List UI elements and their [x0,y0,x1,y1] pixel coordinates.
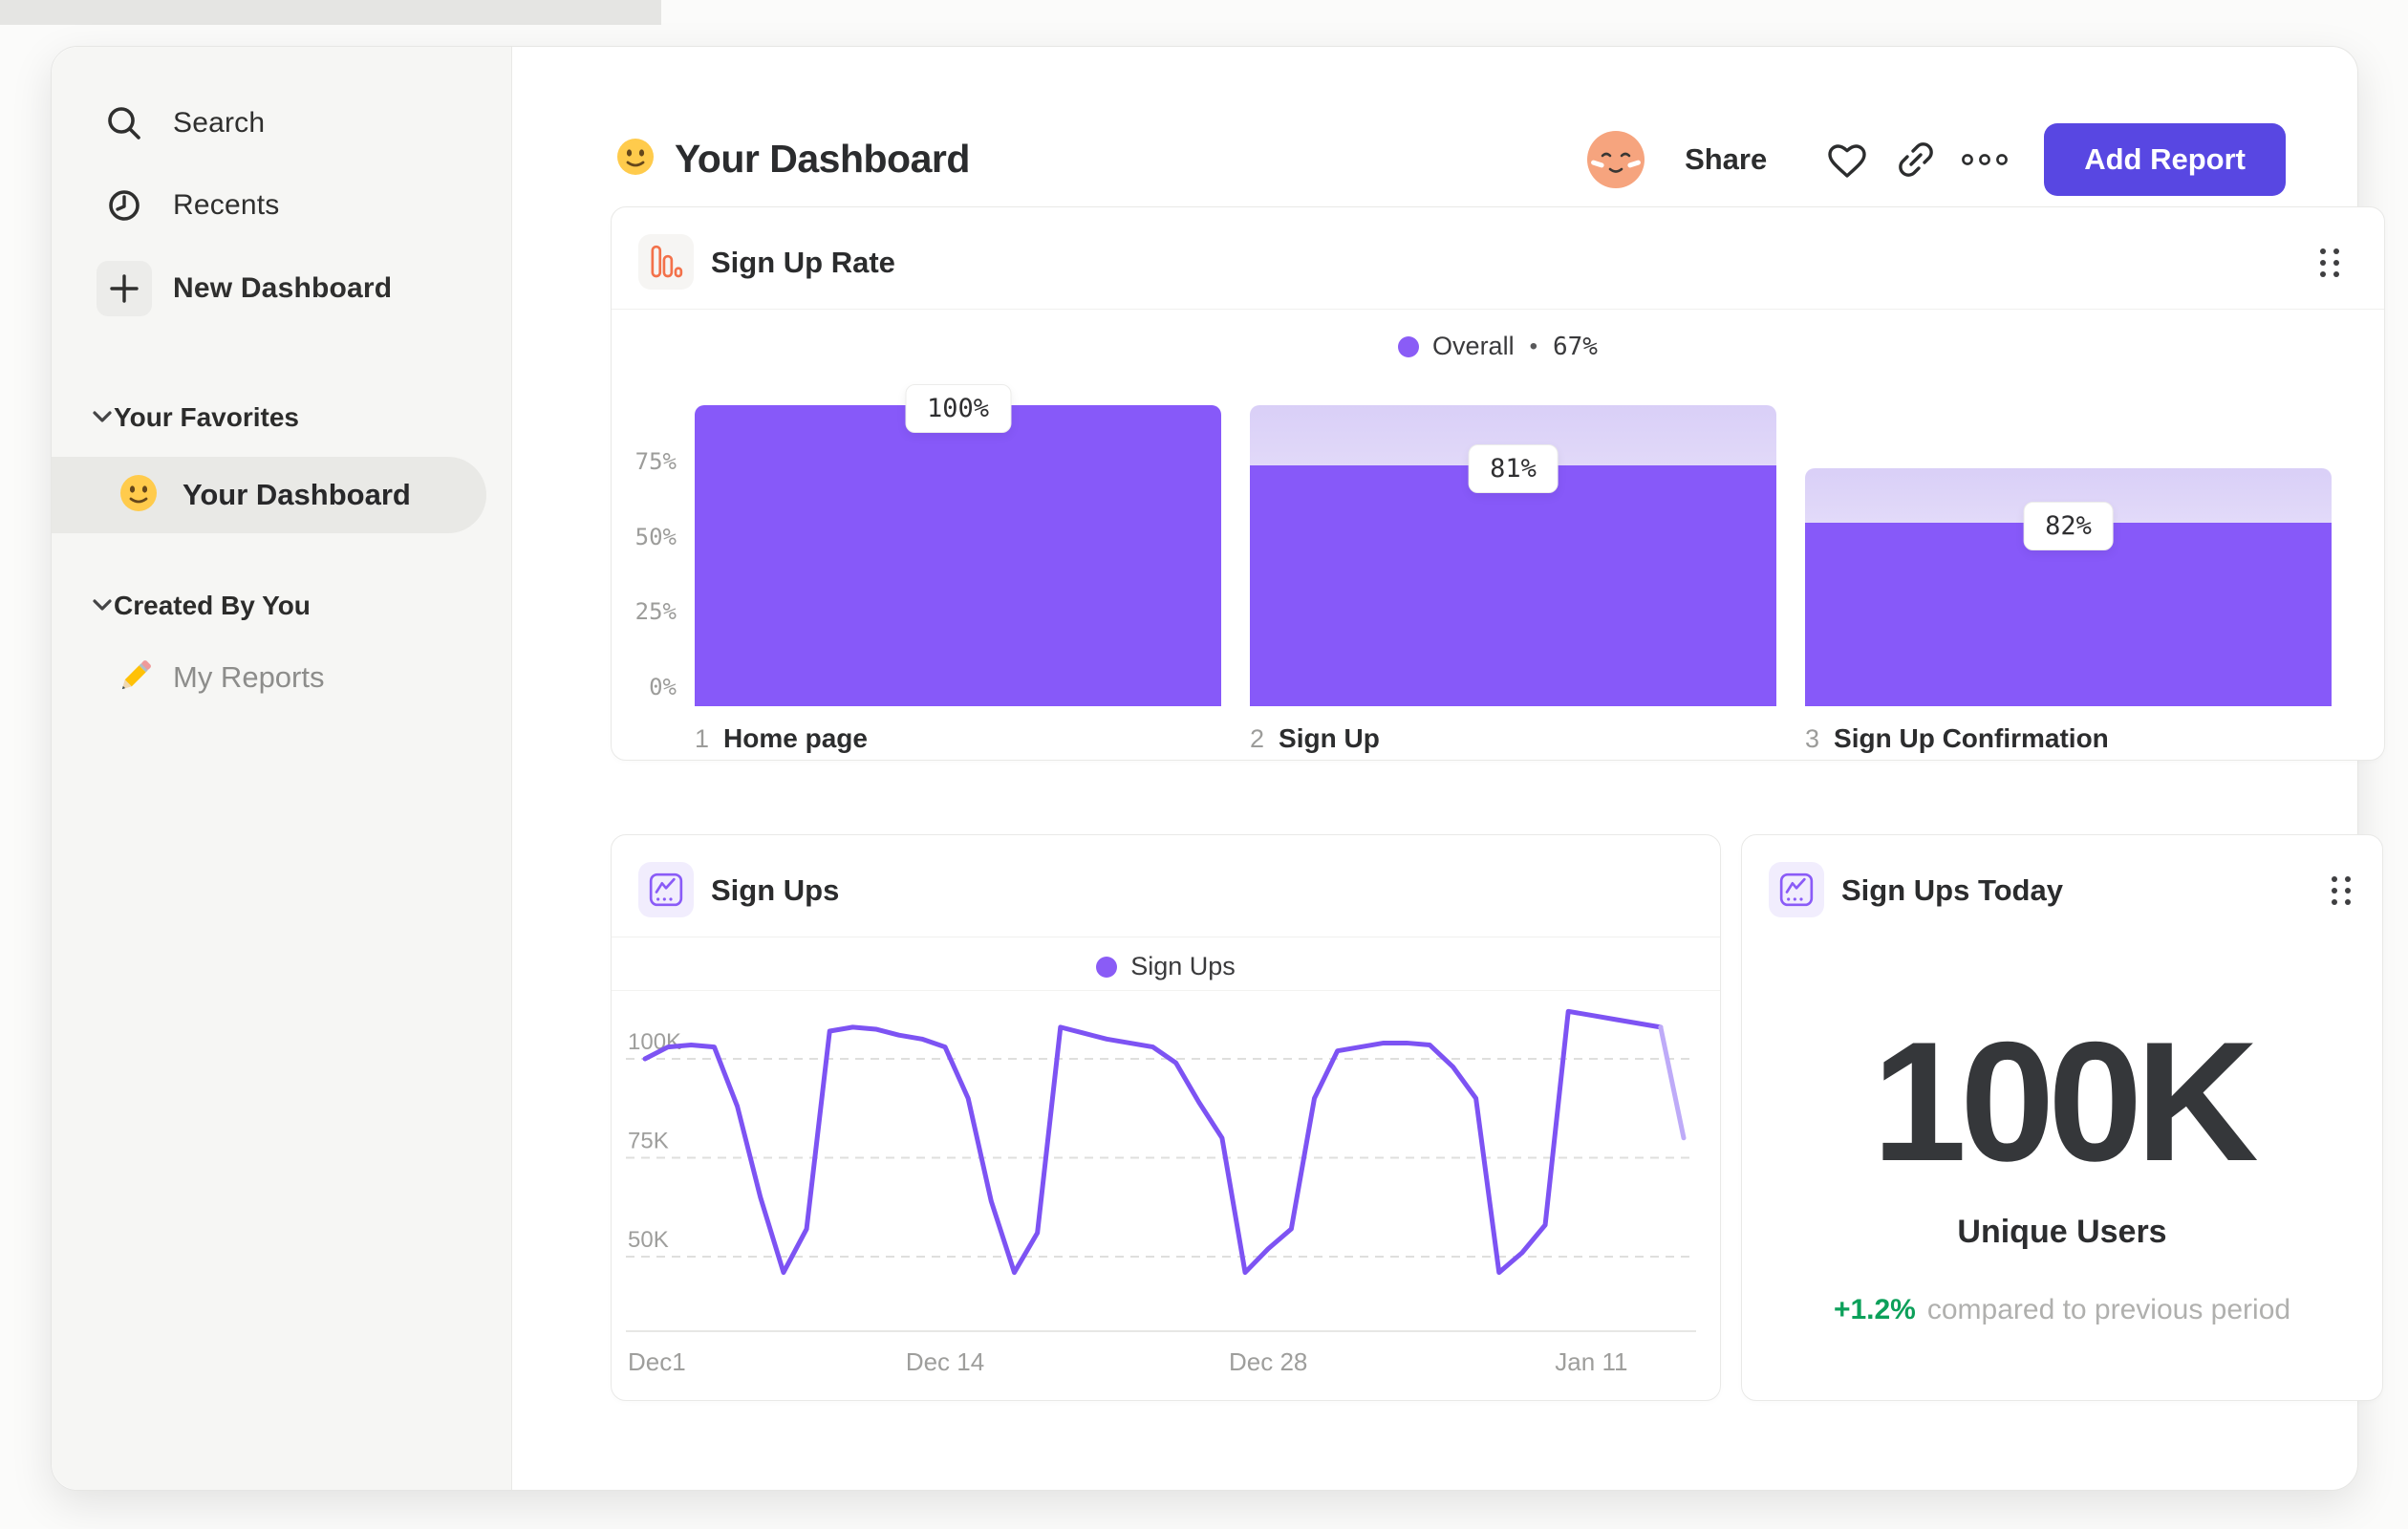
sidebar-item-label: Your Dashboard [183,478,411,511]
metric-label: Unique Users [1957,1214,2167,1250]
avatar[interactable] [1581,125,1650,194]
sidebar-section-created-by-you[interactable]: Created By You [52,587,511,625]
card-title: Sign Ups [711,873,840,907]
funnel-x-axis: 1 Home page 2 Sign Up 3 Sign Up Confirmation [695,723,2332,762]
line-legend[interactable]: Sign Ups [612,952,1720,981]
sidebar-item-label: My Reports [173,660,325,694]
metric-value: 100K [1872,1006,2259,1196]
delta-badge: +1.2% [1833,1294,1916,1325]
sign-ups-today-card: Sign Ups Today 100K Unique Users +1.2% co… [1741,834,2383,1401]
app-window: Search Recents New Dashboard Your Favori… [51,46,2385,1491]
line-chart[interactable]: 100K 75K 50K Dec1 Dec 14 Dec 28 Jan 11 [626,996,1696,1378]
step-name: Sign Up [1279,723,1380,753]
y-tick-label: 75K [628,1129,669,1154]
sidebar-section-your-favorites[interactable]: Your Favorites [52,398,511,437]
legend-dot [1096,956,1118,978]
line-chart-icon [1769,862,1824,917]
line-chart-icon [638,862,694,917]
comparison-text: compared to previous period [1926,1294,2291,1325]
legend-label: Sign Ups [1130,952,1236,980]
step-name: Home page [723,723,868,753]
legend-label: Overall [1432,332,1515,360]
funnel-y-tick-label: 0% [649,674,677,700]
metric-comparison-row: +1.2% compared to previous period [1742,1294,2382,1326]
page-title: Your Dashboard [675,137,970,181]
funnel-bar-converted-region [1250,465,1776,706]
funnel-bar[interactable] [695,405,1221,706]
funnel-x-label: 3 Sign Up Confirmation [1805,723,2109,754]
sidebar-item-label: Recents [173,189,280,221]
legend-dot [1398,335,1420,357]
card-title: Sign Up Rate [711,246,895,279]
step-number: 1 [695,724,710,753]
sign-ups-series-line-incomplete[interactable] [1658,1024,1687,1141]
funnel-bar-converted-region [695,405,1221,706]
dashboard-title-emoji [615,137,656,182]
step-name: Sign Up Confirmation [1834,723,2109,753]
funnel-plot-area: 100% 81% 82% [695,384,2332,706]
funnel-x-label: 2 Sign Up [1250,723,1380,754]
add-report-button[interactable]: Add Report [2044,123,2286,196]
card-header-divider [612,309,2384,310]
clock-icon [97,178,152,233]
x-tick-label: Dec 28 [1229,1347,1307,1376]
sidebar: Search Recents New Dashboard Your Favori… [52,47,512,1490]
legend-value: 67% [1552,332,1598,361]
step-number: 3 [1805,724,1820,753]
funnel-y-tick-label: 75% [634,447,677,475]
sign-ups-card: Sign Ups Sign Ups 100K 75K 50K Dec1 Dec 14 De… [611,834,1721,1401]
legend-divider [612,990,1720,991]
top-edge-strip [0,0,661,25]
x-tick-label: Dec 14 [906,1347,984,1376]
sidebar-item-search[interactable]: Search [52,95,511,152]
chevron-down-icon [91,410,114,425]
search-icon [97,96,152,151]
sidebar-item-label: Search [173,107,266,139]
step-number: 2 [1250,724,1265,753]
heart-icon[interactable] [1813,125,1881,194]
funnel-chart-icon [638,234,694,290]
drag-handle-icon[interactable] [2329,873,2354,913]
funnel-x-label: 1 Home page [695,723,868,754]
y-tick-label: 50K [628,1227,669,1253]
section-title: Created By You [114,591,311,620]
more-options-icon[interactable] [1950,125,2019,194]
funnel-y-tick-label: 50% [634,523,677,550]
card-title: Sign Ups Today [1841,873,2063,907]
funnel-legend[interactable]: Overall • 67% [612,332,2384,361]
x-tick-label: Jan 11 [1555,1347,1627,1376]
smiley-emoji [118,473,159,518]
plus-icon [97,261,152,316]
link-icon[interactable] [1881,125,1950,194]
funnel-value-chip: 81% [1468,444,1559,493]
funnel-value-chip: 82% [2023,501,2114,550]
main-content: Your Dashboard Share Add Report Sign Up … [512,47,2385,1490]
drag-handle-icon[interactable] [2317,246,2342,285]
sidebar-item-my-reports[interactable]: My Reports [52,643,486,712]
sidebar-item-label: New Dashboard [173,272,393,304]
funnel-y-tick-label: 25% [634,598,677,626]
chevron-down-icon [91,598,114,614]
sign-up-rate-card: Sign Up Rate Overall • 67% 100% 81% 82% 1H… [611,206,2385,761]
y-tick-label: 100K [628,1029,681,1055]
pencil-emoji [114,654,158,702]
sidebar-item-your-dashboard[interactable]: Your Dashboard [52,457,486,533]
legend-separator: • [1529,333,1537,359]
sign-ups-series-line[interactable] [642,1008,1664,1276]
sidebar-item-new-dashboard[interactable]: New Dashboard [52,260,511,317]
share-button[interactable]: Share [1685,142,1767,177]
funnel-value-chip: 100% [904,384,1012,433]
section-title: Your Favorites [114,402,299,432]
sidebar-item-recents[interactable]: Recents [52,177,511,234]
x-tick-label: Dec1 [628,1347,686,1376]
